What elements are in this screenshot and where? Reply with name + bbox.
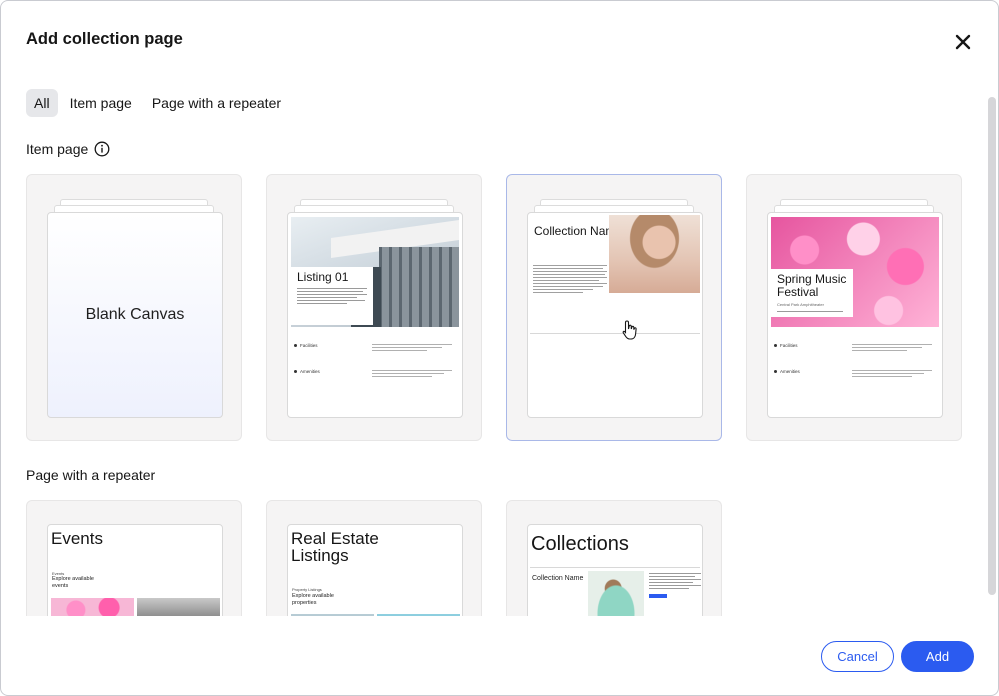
template-label: Events <box>51 529 103 548</box>
template-preview: Spring Music Festival Central Park Amphi… <box>767 212 943 418</box>
row-label: Facilities <box>774 343 798 348</box>
template-card-collections[interactable]: Collections Collection Name <box>506 500 722 630</box>
filter-item-page[interactable]: Item page <box>62 89 140 117</box>
template-preview: Collection Name <box>527 212 703 418</box>
template-preview: Listing 01 Facilities Amenities <box>287 212 463 418</box>
section-title-label: Page with a repeater <box>26 467 156 483</box>
repeater-section-title: Page with a repeater <box>26 467 155 483</box>
template-card-events[interactable]: Events Events Explore available events <box>26 500 242 630</box>
close-icon <box>953 32 973 52</box>
dialog-title: Add collection page <box>26 30 183 48</box>
filter-all[interactable]: All <box>26 89 58 117</box>
row-label: Facilities <box>294 343 318 348</box>
cancel-button[interactable]: Cancel <box>821 641 894 672</box>
template-card-listing[interactable]: Listing 01 Facilities Amenities <box>266 174 482 441</box>
collection-text <box>649 571 701 598</box>
filter-page-with-repeater[interactable]: Page with a repeater <box>144 89 289 117</box>
template-card-real-estate-listings[interactable]: Real Estate Listings Property Listings E… <box>266 500 482 630</box>
hand-cursor-icon <box>621 319 639 341</box>
template-label: Real Estate Listings <box>291 529 379 565</box>
row-label: Amenities <box>294 369 320 374</box>
festival-overlay: Spring Music Festival Central Park Amphi… <box>771 269 853 317</box>
add-collection-page-dialog: Add collection page All Item page Page w… <box>0 0 999 696</box>
template-preview: Blank Canvas <box>47 212 223 418</box>
template-subtitle: Central Park Amphitheater <box>777 302 824 307</box>
template-small-label: Property Listings <box>292 587 322 592</box>
add-button[interactable]: Add <box>901 641 974 672</box>
item-page-cards: Blank Canvas Listing 01 Facilities Ameni… <box>26 174 962 441</box>
template-preview: Real Estate Listings Property Listings E… <box>287 524 463 630</box>
template-label: Listing 01 <box>297 270 349 284</box>
info-icon[interactable] <box>94 141 110 157</box>
collection-item-label: Collection Name <box>532 575 584 582</box>
filter-tabs: All Item page Page with a repeater <box>26 89 293 117</box>
template-preview: Collections Collection Name <box>527 524 703 630</box>
repeater-cards: Events Events Explore available events R… <box>26 500 722 630</box>
template-card-blank-canvas[interactable]: Blank Canvas <box>26 174 242 441</box>
close-button[interactable] <box>953 32 973 52</box>
template-label: Spring Music Festival <box>777 272 847 299</box>
template-label: Blank Canvas <box>85 306 185 323</box>
portrait-image <box>609 215 700 293</box>
divider <box>530 333 700 334</box>
template-subtitle: Explore available events <box>52 576 94 589</box>
scrollbar[interactable] <box>988 97 996 595</box>
listing-overlay: Listing 01 <box>291 267 373 325</box>
section-title-label: Item page <box>26 141 89 157</box>
item-page-section-title: Item page <box>26 141 110 157</box>
template-label: Collections <box>531 533 629 555</box>
template-subtitle: Explore available properties <box>292 593 334 606</box>
template-preview: Events Events Explore available events <box>47 524 223 630</box>
viewport-clip <box>1 616 986 636</box>
row-label: Amenities <box>774 369 800 374</box>
template-card-spring-music-festival[interactable]: Spring Music Festival Central Park Amphi… <box>746 174 962 441</box>
collection-image <box>588 571 644 621</box>
template-card-collection-name[interactable]: Collection Name <box>506 174 722 441</box>
